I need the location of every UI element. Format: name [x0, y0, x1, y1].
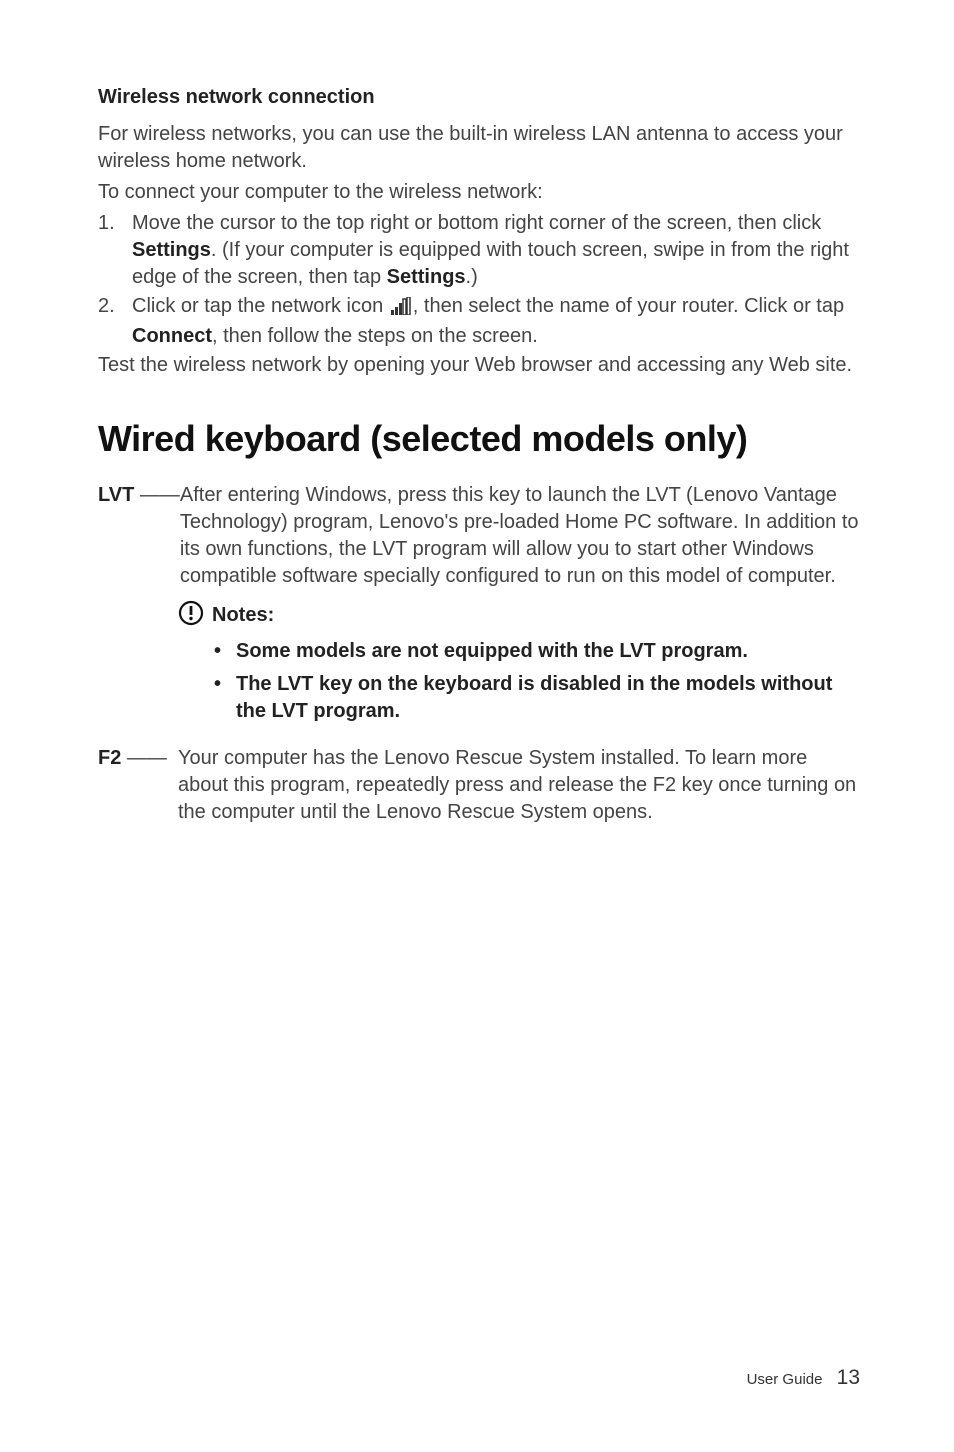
f2-row: F2 —— Your computer has the Lenovo Rescu…	[98, 745, 860, 826]
steps-list: 1. Move the cursor to the top right or b…	[98, 210, 860, 350]
lvt-key-label: LVT ——	[98, 482, 180, 590]
notes-block: Notes: • Some models are not equipped wi…	[178, 600, 860, 726]
note-2: • The LVT key on the keyboard is disable…	[214, 671, 860, 725]
page-footer: User Guide 13	[747, 1364, 860, 1392]
f2-description: Your computer has the Lenovo Rescue Syst…	[178, 745, 860, 826]
f2-key-label: F2 ——	[98, 745, 178, 826]
step-2: 2. Click or tap the network icon , then …	[98, 293, 860, 350]
paragraph-test-wireless: Test the wireless network by opening you…	[98, 352, 860, 379]
step-1: 1. Move the cursor to the top right or b…	[98, 210, 860, 291]
paragraph-connect-intro: To connect your computer to the wireless…	[98, 179, 860, 206]
bullet-dot: •	[214, 638, 236, 665]
step-1-text: Move the cursor to the top right or bott…	[132, 210, 860, 291]
notes-label-row: Notes:	[178, 600, 860, 633]
footer-label: User Guide	[747, 1371, 823, 1388]
notes-bullets: • Some models are not equipped with the …	[214, 638, 860, 725]
bullet-dot: •	[214, 671, 236, 725]
note-1-text: Some models are not equipped with the LV…	[236, 638, 748, 665]
step-2-number: 2.	[98, 293, 132, 350]
heading-wired-keyboard: Wired keyboard (selected models only)	[98, 415, 860, 464]
note-1: • Some models are not equipped with the …	[214, 638, 860, 665]
attention-icon	[178, 600, 204, 633]
lvt-row: LVT —— After entering Windows, press thi…	[98, 482, 860, 590]
paragraph-wireless-intro: For wireless networks, you can use the b…	[98, 121, 860, 175]
step-2-text: Click or tap the network icon , then sel…	[132, 293, 860, 350]
lvt-description: After entering Windows, press this key t…	[180, 482, 860, 590]
notes-label: Notes:	[212, 602, 274, 629]
network-signal-icon	[391, 296, 411, 323]
subheading-wireless: Wireless network connection	[98, 84, 860, 111]
note-2-text: The LVT key on the keyboard is disabled …	[236, 671, 860, 725]
step-1-number: 1.	[98, 210, 132, 291]
footer-page-number: 13	[837, 1366, 860, 1389]
